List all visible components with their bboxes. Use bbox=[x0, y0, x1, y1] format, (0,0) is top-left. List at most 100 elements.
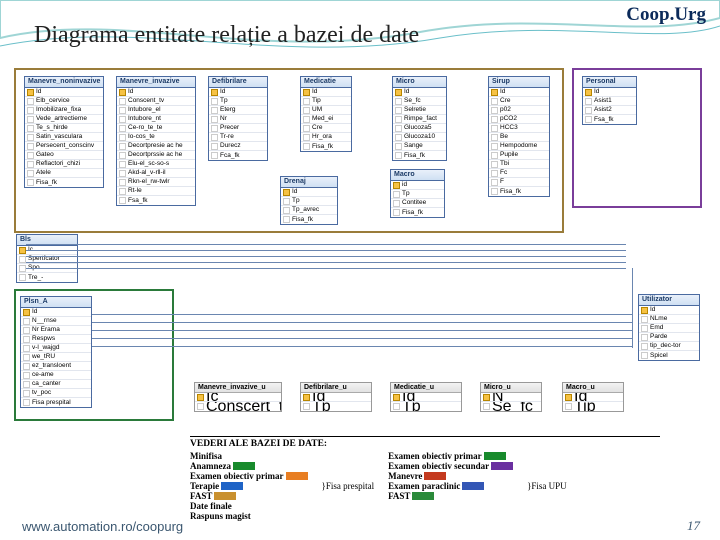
entity-field: Fisa_fk bbox=[393, 151, 446, 160]
entity-field: Fisa_fk bbox=[281, 215, 337, 224]
field-icon bbox=[119, 197, 126, 204]
field-icon bbox=[641, 316, 648, 323]
legend-item: Examen obiectiv secundar bbox=[388, 461, 513, 471]
relation-line bbox=[26, 250, 626, 251]
field-label: Nr Erama bbox=[32, 326, 60, 334]
entity-field: Id bbox=[583, 88, 636, 97]
entity-field: N__rnse bbox=[21, 317, 91, 326]
field-icon bbox=[27, 116, 34, 123]
field-label: Fca_fk bbox=[220, 152, 240, 160]
field-label: Cre bbox=[500, 97, 510, 105]
field-icon bbox=[23, 327, 30, 334]
legend-label: Examen obiectiv primar bbox=[190, 471, 284, 481]
entity-field: Tr-re bbox=[209, 133, 267, 142]
legend-swatch bbox=[412, 492, 434, 500]
primary-key-icon bbox=[303, 89, 310, 96]
field-label: Tre_- bbox=[28, 274, 43, 282]
field-icon bbox=[491, 98, 498, 105]
field-icon bbox=[119, 116, 126, 123]
field-label: Parde bbox=[650, 333, 667, 341]
field-icon bbox=[641, 325, 648, 332]
entity-field: Glucoza5 bbox=[393, 124, 446, 133]
legend-item: Anamneza bbox=[190, 461, 308, 471]
relation-line bbox=[92, 314, 632, 315]
entity-title: Macro_u bbox=[563, 383, 623, 393]
field-label: Te_s_hirde bbox=[36, 124, 68, 132]
field-label: Se_fc bbox=[404, 97, 421, 105]
legend-label: Minifisa bbox=[190, 451, 222, 461]
entity-field: Selretie bbox=[393, 106, 446, 115]
field-icon bbox=[211, 152, 218, 159]
field-label: Id bbox=[404, 88, 409, 96]
field-label: Ce-ro_te_te bbox=[128, 124, 162, 132]
legend-swatch bbox=[424, 472, 446, 480]
field-label: NLme bbox=[650, 315, 667, 323]
relation-line bbox=[92, 322, 632, 323]
field-icon bbox=[211, 125, 218, 132]
entity-title: Medicatie bbox=[301, 77, 351, 88]
entity-field: Elu-el_sc-so-s bbox=[117, 160, 195, 169]
relation-line bbox=[26, 256, 626, 257]
relation-line bbox=[92, 346, 632, 347]
field-icon bbox=[585, 107, 592, 114]
entity-title: Drenaj bbox=[281, 177, 337, 188]
field-icon bbox=[211, 143, 218, 150]
entity-field: Respws bbox=[21, 335, 91, 344]
field-label: Cre bbox=[312, 124, 322, 132]
entity-field: Fisa_fk bbox=[25, 178, 103, 187]
entity-field: v-l_wajgd bbox=[21, 344, 91, 353]
entity-field: p02 bbox=[489, 106, 549, 115]
field-label: Fsa_fk bbox=[128, 197, 148, 205]
field-label: ce-ame bbox=[32, 371, 54, 379]
entity-field: Id bbox=[563, 393, 623, 402]
entity-field: Tp bbox=[209, 97, 267, 106]
field-label: Glucoza5 bbox=[404, 124, 431, 132]
field-icon bbox=[491, 152, 498, 159]
field-label: Atele bbox=[36, 169, 51, 177]
field-icon bbox=[119, 125, 126, 132]
field-label: Id bbox=[574, 393, 587, 402]
legend-swatch bbox=[214, 492, 236, 500]
field-label: Fisa prespital bbox=[32, 399, 71, 407]
legend-col-2: Examen obiectiv primarExamen obiectiv se… bbox=[388, 451, 513, 521]
field-icon bbox=[211, 116, 218, 123]
legend-label: Examen obiectiv primar bbox=[388, 451, 482, 461]
field-label: Id bbox=[128, 88, 133, 96]
field-icon bbox=[197, 403, 204, 410]
field-label: Eterg bbox=[220, 106, 236, 114]
entity-field: Fc bbox=[489, 169, 549, 178]
field-icon bbox=[211, 134, 218, 141]
field-label: Elu-el_sc-so-s bbox=[128, 160, 169, 168]
legend-label: Manevre bbox=[388, 471, 422, 481]
field-icon bbox=[27, 179, 34, 186]
er-diagram-canvas: Manevre_noninvazive IdElb_cerviceImobili… bbox=[10, 66, 710, 486]
entity-field: Id bbox=[25, 88, 103, 97]
field-label: Fisa_fk bbox=[500, 188, 521, 196]
entity-title: Macro bbox=[391, 170, 444, 181]
field-icon bbox=[23, 372, 30, 379]
primary-key-icon bbox=[283, 189, 290, 196]
field-icon bbox=[23, 390, 30, 397]
entity-field: Gateo bbox=[25, 151, 103, 160]
entity-field: Id bbox=[301, 393, 371, 402]
entity-defibrilare: Defibrilare IdTpEtergNrPrecerTr-reDurecz… bbox=[208, 76, 268, 161]
field-icon bbox=[27, 143, 34, 150]
field-label: Id bbox=[594, 88, 599, 96]
entity-macro-u: Macro_u IdTip bbox=[562, 382, 624, 412]
legend-item: Date finale bbox=[190, 501, 308, 511]
relation-line bbox=[92, 330, 632, 331]
relation-line bbox=[26, 244, 626, 245]
entity-drenaj: Drenaj IdTpTp_avrecFisa_fk bbox=[280, 176, 338, 225]
field-label: Rkn-el_rw-twlr bbox=[128, 178, 170, 186]
legend-label: Date finale bbox=[190, 501, 232, 511]
entity-title: Personal bbox=[583, 77, 636, 88]
field-icon bbox=[641, 343, 648, 350]
entity-field: Id bbox=[21, 308, 91, 317]
entity-field: Conscent_tv bbox=[117, 97, 195, 106]
field-label: Fsa_fk bbox=[594, 116, 614, 124]
field-icon bbox=[491, 188, 498, 195]
field-label: v-l_wajgd bbox=[32, 344, 59, 352]
entity-field: Emd bbox=[639, 324, 699, 333]
field-icon bbox=[491, 170, 498, 177]
entity-defibrilare-u: Defibrilare_u IdTp bbox=[300, 382, 372, 412]
